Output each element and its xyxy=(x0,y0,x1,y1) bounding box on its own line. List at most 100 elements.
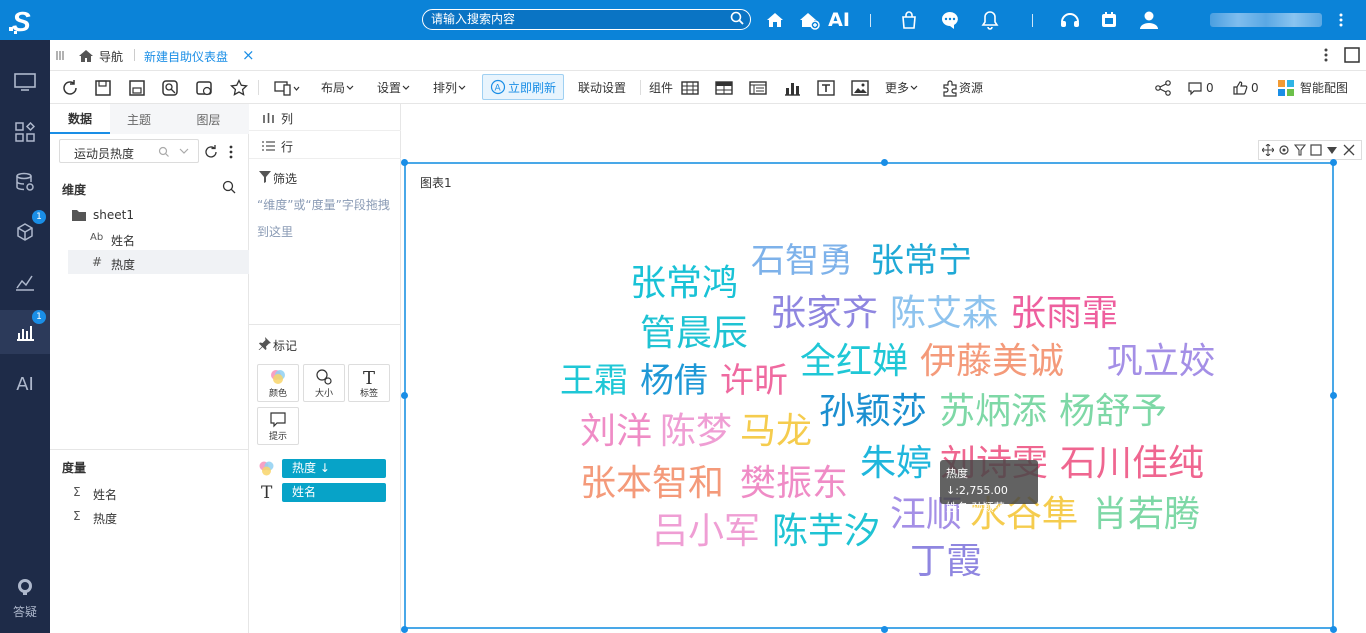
search-icon[interactable] xyxy=(730,11,744,25)
linkage-settings-button[interactable]: 联动设置 xyxy=(578,71,626,104)
home-icon[interactable] xyxy=(763,8,787,32)
chat-icon[interactable] xyxy=(938,8,962,32)
word-cloud-word[interactable]: 丁霞 xyxy=(910,544,982,580)
chevron-down-icon[interactable] xyxy=(178,147,190,157)
resize-handle[interactable] xyxy=(1330,159,1337,166)
database-icon[interactable] xyxy=(0,160,50,204)
crosstab-icon[interactable] xyxy=(715,79,733,97)
word-cloud-word[interactable]: 许昕 xyxy=(720,364,788,398)
field-name[interactable]: 姓名 xyxy=(111,232,135,249)
arrange-menu[interactable]: 排列 xyxy=(433,71,467,104)
resize-handle[interactable] xyxy=(881,626,888,633)
word-cloud-word[interactable]: 杨倩 xyxy=(640,364,708,398)
resize-handle[interactable] xyxy=(881,159,888,166)
resize-handle[interactable] xyxy=(401,626,408,633)
close-icon[interactable] xyxy=(1343,144,1355,156)
refresh-icon[interactable] xyxy=(61,79,79,97)
mark-label-button[interactable]: T 标签 xyxy=(348,364,390,402)
word-cloud-word[interactable]: 孙颖莎 xyxy=(819,394,927,430)
word-cloud-word[interactable]: 张雨霏 xyxy=(1010,296,1118,332)
share-icon[interactable] xyxy=(1154,79,1172,97)
save-icon[interactable] xyxy=(94,79,112,97)
word-cloud-chart[interactable]: 图表1 石智勇 张常宁 张常鸿 张家齐 陈艾森 张雨霏 管晨辰 全红婵 伊藤美诚 巩立姣 王霜 杨倩许… xyxy=(404,162,1334,629)
monitor-icon[interactable] xyxy=(0,60,50,104)
word-cloud-word[interactable]: 全红婵 xyxy=(800,344,908,380)
dataset-selector[interactable]: 运动员热度 xyxy=(59,139,199,163)
word-cloud-word[interactable]: 杨舒予 xyxy=(1059,394,1167,430)
mark-color-button[interactable]: 颜色 xyxy=(257,364,299,402)
save-as-icon[interactable] xyxy=(128,79,146,97)
comment-button[interactable]: 0 xyxy=(1187,71,1214,104)
tab-theme[interactable]: 主题 xyxy=(110,104,168,134)
more-menu[interactable]: 更多 xyxy=(885,71,919,104)
list-table-icon[interactable] xyxy=(749,79,767,97)
word-cloud-word[interactable]: 陈芋汐 xyxy=(772,514,880,550)
fullscreen-icon[interactable] xyxy=(1344,47,1360,63)
settings-menu[interactable]: 设置 xyxy=(377,71,411,104)
search-icon[interactable] xyxy=(222,180,236,194)
word-cloud-word[interactable]: 张常宁 xyxy=(870,244,972,278)
ai-nav[interactable]: AI xyxy=(0,362,50,406)
word-cloud-word[interactable]: 巩立姣 xyxy=(1107,344,1215,380)
like-button[interactable]: 0 xyxy=(1232,71,1259,104)
help-icon[interactable] xyxy=(0,575,50,599)
label-field-pill[interactable]: 姓名 xyxy=(282,483,386,502)
filter-icon[interactable] xyxy=(1294,144,1306,156)
app-logo[interactable]: S xyxy=(0,0,50,40)
measure-heat[interactable]: 热度 xyxy=(93,510,117,527)
word-cloud-word[interactable]: 王霜 xyxy=(560,364,628,398)
word-cloud-word[interactable]: 管晨辰 xyxy=(640,316,748,352)
ai-button[interactable]: AI xyxy=(827,8,851,32)
add-home-icon[interactable] xyxy=(797,8,821,32)
publish-icon[interactable] xyxy=(195,79,213,97)
apps-icon[interactable] xyxy=(0,110,50,154)
word-cloud-word[interactable]: 石川佳纯 xyxy=(1060,446,1204,482)
resize-handle[interactable] xyxy=(401,392,408,399)
word-cloud-word[interactable]: 陈梦 xyxy=(660,414,732,450)
image-icon[interactable] xyxy=(851,79,869,97)
table-icon[interactable] xyxy=(681,79,699,97)
word-cloud-word[interactable]: 陈艾森 xyxy=(890,296,998,332)
resource-button[interactable]: 资源 xyxy=(941,71,983,104)
mark-size-button[interactable]: 大小 xyxy=(303,364,345,402)
tab-layer[interactable]: 图层 xyxy=(168,104,249,134)
word-cloud-word[interactable]: 吕小军 xyxy=(652,514,760,550)
word-cloud-word[interactable]: 张常鸿 xyxy=(630,266,738,302)
layers-chart-icon[interactable] xyxy=(0,260,50,304)
folder-sheet1[interactable]: sheet1 xyxy=(93,208,134,222)
mark-tooltip-button[interactable]: 提示 xyxy=(257,407,299,445)
device-icon[interactable] xyxy=(274,79,302,97)
word-cloud-word[interactable]: 伊藤美诚 xyxy=(920,344,1064,380)
word-cloud-word[interactable]: 刘洋 xyxy=(580,414,652,450)
more-vertical-icon[interactable] xyxy=(229,145,233,159)
move-icon[interactable] xyxy=(1262,144,1274,156)
user-icon[interactable] xyxy=(1137,8,1161,32)
calendar-icon[interactable] xyxy=(1097,8,1121,32)
settings-icon[interactable] xyxy=(1278,144,1290,156)
smart-color-button[interactable]: 智能配图 xyxy=(1278,71,1348,104)
word-cloud-word[interactable]: 石智勇 xyxy=(751,244,853,278)
tab-data[interactable]: 数据 xyxy=(50,104,110,134)
word-cloud-word[interactable]: 苏炳添 xyxy=(939,394,1047,430)
collapse-icon[interactable] xyxy=(56,50,64,61)
refresh-icon[interactable] xyxy=(203,144,219,160)
global-search-input[interactable]: 请输入搜索内容 xyxy=(422,9,751,30)
text-box-icon[interactable] xyxy=(817,79,835,97)
word-cloud-word[interactable]: 张本智和 xyxy=(580,466,724,502)
filter-drop-hint[interactable]: “维度”或“度量”字段拖拽到这里 xyxy=(257,192,391,246)
row-shelf[interactable]: 行 xyxy=(249,132,401,159)
word-cloud-word[interactable]: 肖若腾 xyxy=(1092,497,1200,533)
headset-icon[interactable] xyxy=(1058,8,1082,32)
tab-new-dashboard[interactable]: 新建自助仪表盘 xyxy=(144,48,228,65)
column-shelf[interactable]: 列 xyxy=(249,104,401,131)
resize-handle[interactable] xyxy=(1330,626,1337,633)
user-name-blurred[interactable] xyxy=(1210,13,1322,27)
bell-icon[interactable] xyxy=(978,8,1002,32)
word-cloud-word[interactable]: 马龙 xyxy=(740,414,812,450)
bar-chart-icon[interactable] xyxy=(783,79,801,97)
field-heat[interactable]: 热度 xyxy=(111,256,135,273)
bag-icon[interactable] xyxy=(897,8,921,32)
color-field-pill[interactable]: 热度 ↓ xyxy=(282,459,386,478)
word-cloud-word[interactable]: 朱婷 xyxy=(860,446,932,482)
word-cloud-word[interactable]: 张家齐 xyxy=(770,296,878,332)
